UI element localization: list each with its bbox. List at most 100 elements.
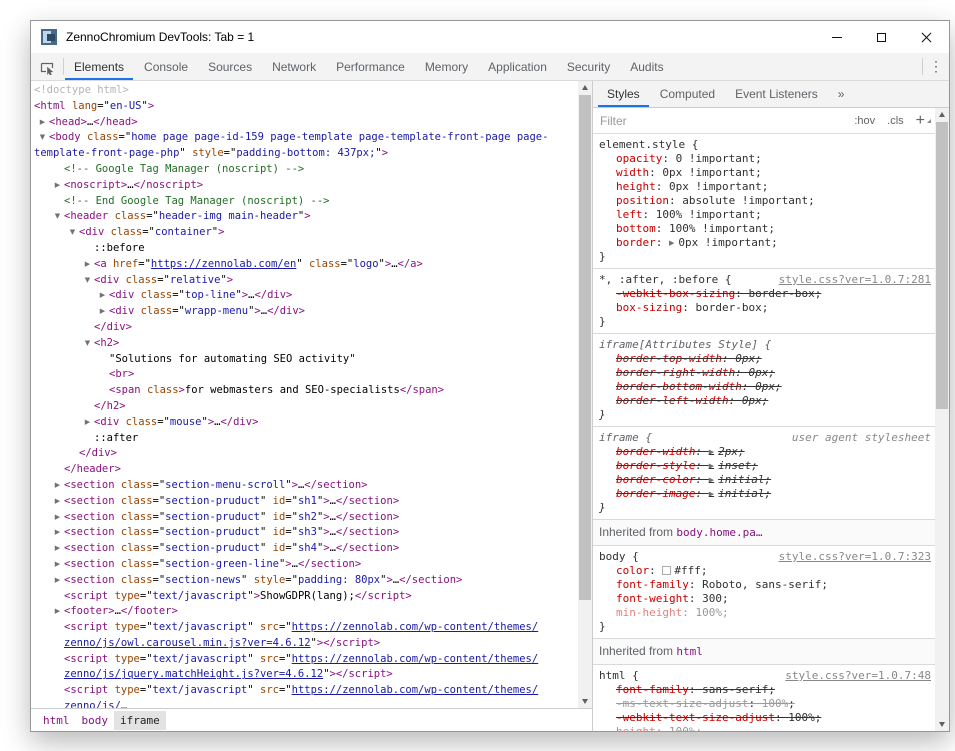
sidebar-tab-computed[interactable]: Computed: [650, 81, 725, 107]
expand-arrow-icon[interactable]: ▶: [51, 478, 64, 494]
stylesheet-source-link[interactable]: style.css?ver=1.0.7:281: [771, 273, 931, 287]
sidebar-tab-styles[interactable]: Styles: [597, 81, 650, 107]
inherited-node-link[interactable]: html: [676, 645, 703, 658]
collapse-arrow-icon[interactable]: ▼: [81, 336, 94, 352]
css-property-value[interactable]: 100%: [695, 606, 722, 619]
css-property-name[interactable]: border-top-width: [616, 352, 722, 365]
css-property-name[interactable]: border-bottom-width: [616, 380, 742, 393]
expand-arrow-icon[interactable]: ▶: [51, 178, 64, 194]
css-property[interactable]: border-width: ▶2px;: [599, 445, 931, 459]
tree-line[interactable]: <!-- Google Tag Manager (noscript) -->: [31, 162, 578, 178]
css-property-name[interactable]: border: [616, 236, 656, 249]
css-property-name[interactable]: box-sizing: [616, 301, 682, 314]
styles-scrollbar[interactable]: [935, 108, 949, 731]
css-property[interactable]: border-right-width: 0px;: [599, 366, 931, 380]
more-tabs-button[interactable]: »: [828, 81, 855, 107]
css-property-name[interactable]: -ms-text-size-adjust: [616, 697, 748, 710]
scroll-down-button[interactable]: [578, 695, 592, 708]
breadcrumb-item-iframe[interactable]: iframe: [114, 711, 166, 730]
tree-line[interactable]: ▶<head>…</head>: [31, 115, 578, 131]
css-property[interactable]: min-height: 100%;: [599, 606, 931, 620]
css-property[interactable]: font-family: Roboto, sans-serif;: [599, 578, 931, 592]
tree-line[interactable]: ▶<section class="section-pruduct" id="sh…: [31, 525, 578, 541]
expand-value-icon[interactable]: ▶: [709, 490, 718, 498]
css-property[interactable]: border-image: ▶initial;: [599, 487, 931, 501]
tree-line[interactable]: ▶<section class="section-pruduct" id="sh…: [31, 510, 578, 526]
tree-line[interactable]: ▶<a href="https://zennolab.com/en" class…: [31, 257, 578, 273]
css-property-name[interactable]: border-style: [616, 459, 695, 472]
tree-line[interactable]: <script type="text/javascript">ShowGDPR(…: [31, 589, 578, 605]
css-selector[interactable]: element.style {: [599, 138, 698, 152]
tree-line[interactable]: ▼<header class="header-img main-header">: [31, 209, 578, 225]
tab-sources[interactable]: Sources: [198, 53, 262, 80]
css-property[interactable]: -webkit-box-sizing: border-box;: [599, 287, 931, 301]
scroll-up-button[interactable]: [578, 81, 592, 94]
tree-line[interactable]: <html lang="en-US">: [31, 99, 578, 115]
css-selector[interactable]: *, :after, :before {: [599, 273, 731, 287]
css-property-value[interactable]: 300: [702, 592, 722, 605]
css-property-value[interactable]: 0px !important: [662, 166, 755, 179]
stylesheet-source-link[interactable]: style.css?ver=1.0.7:48: [777, 669, 931, 683]
tree-line[interactable]: "Solutions for automating SEO activity": [31, 352, 578, 368]
css-property[interactable]: bottom: 100% !important;: [599, 222, 931, 236]
css-property[interactable]: border-bottom-width: 0px;: [599, 380, 931, 394]
css-property-name[interactable]: font-family: [616, 578, 689, 591]
css-property-name[interactable]: height: [616, 725, 656, 731]
tree-line[interactable]: ▶<section class="section-pruduct" id="sh…: [31, 541, 578, 557]
css-property-name[interactable]: bottom: [616, 222, 656, 235]
css-property-name[interactable]: min-height: [616, 606, 682, 619]
css-property-value[interactable]: 100%: [669, 725, 696, 731]
tree-line[interactable]: <script type="text/javascript" src="http…: [31, 620, 578, 636]
tree-line[interactable]: ▶<section class="section-menu-scroll">…<…: [31, 478, 578, 494]
expand-value-icon[interactable]: ▶: [709, 462, 718, 470]
tree-line[interactable]: ▼<body class="home page page-id-159 page…: [31, 130, 578, 146]
expand-arrow-icon[interactable]: ▶: [96, 288, 109, 304]
tree-line[interactable]: <span class>for webmasters and SEO-speci…: [31, 383, 578, 399]
tree-line[interactable]: </div>: [31, 320, 578, 336]
tree-line[interactable]: template-front-page-php" style="padding-…: [31, 146, 578, 162]
scroll-up-button[interactable]: [935, 108, 949, 121]
css-selector[interactable]: body {: [599, 550, 639, 564]
css-property-value[interactable]: 100% !important: [656, 208, 755, 221]
css-property[interactable]: left: 100% !important;: [599, 208, 931, 222]
collapse-arrow-icon[interactable]: ▼: [66, 225, 79, 241]
css-property[interactable]: width: 0px !important;: [599, 166, 931, 180]
tree-line[interactable]: ▼<h2>: [31, 336, 578, 352]
css-property-name[interactable]: color: [616, 564, 649, 577]
tab-console[interactable]: Console: [134, 53, 198, 80]
tree-line[interactable]: ▶<div class="mouse">…</div>: [31, 415, 578, 431]
maximize-button[interactable]: [859, 21, 904, 53]
expand-arrow-icon[interactable]: ▶: [81, 257, 94, 273]
tree-line[interactable]: </h2>: [31, 399, 578, 415]
expand-arrow-icon[interactable]: ▶: [51, 510, 64, 526]
css-property-name[interactable]: border-image: [616, 487, 695, 500]
css-property-value[interactable]: sans-serif: [702, 683, 768, 696]
css-selector[interactable]: iframe[Attributes Style] {: [599, 338, 771, 352]
css-property-value[interactable]: 2px: [718, 445, 738, 458]
css-property-value[interactable]: 0 !important: [676, 152, 755, 165]
tree-line[interactable]: ▶<div class="wrapp-menu">…</div>: [31, 304, 578, 320]
tree-line[interactable]: zenno/js/…: [31, 699, 578, 708]
tree-line[interactable]: ▶<section class="section-green-line">…</…: [31, 557, 578, 573]
tab-performance[interactable]: Performance: [326, 53, 415, 80]
css-property-value[interactable]: #fff: [674, 564, 701, 577]
breadcrumb-item-html[interactable]: html: [37, 711, 76, 730]
css-property[interactable]: border-color: ▶initial;: [599, 473, 931, 487]
tree-line[interactable]: ::after: [31, 431, 578, 447]
css-selector[interactable]: iframe {: [599, 431, 652, 445]
css-property[interactable]: font-family: sans-serif;: [599, 683, 931, 697]
expand-arrow-icon[interactable]: ▶: [81, 415, 94, 431]
css-property[interactable]: height: 0px !important;: [599, 180, 931, 194]
css-property[interactable]: border-top-width: 0px;: [599, 352, 931, 366]
tree-line[interactable]: </div>: [31, 446, 578, 462]
css-property-value[interactable]: initial: [718, 487, 764, 500]
css-property-value[interactable]: 100% !important: [669, 222, 768, 235]
expand-arrow-icon[interactable]: ▶: [51, 557, 64, 573]
tree-line[interactable]: zenno/js/owl.carousel.min.js?ver=4.6.12"…: [31, 636, 578, 652]
collapse-arrow-icon[interactable]: ▼: [36, 130, 49, 146]
breadcrumb-item-body[interactable]: body: [76, 711, 115, 730]
styles-filter-input[interactable]: [593, 114, 848, 128]
tree-line[interactable]: <!-- End Google Tag Manager (noscript) -…: [31, 194, 578, 210]
css-property[interactable]: -ms-text-size-adjust: 100%;: [599, 697, 931, 711]
css-property-name[interactable]: border-color: [616, 473, 695, 486]
